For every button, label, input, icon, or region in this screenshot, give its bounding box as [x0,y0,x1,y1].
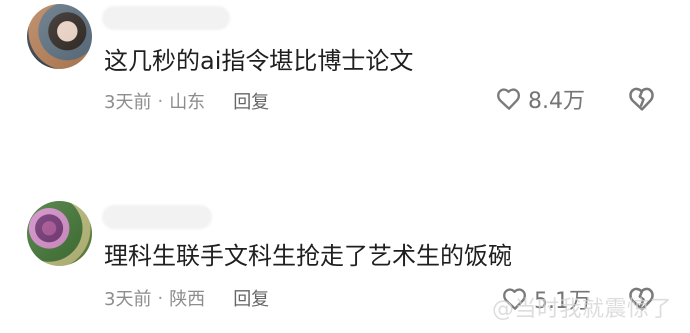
comment-time: 3天前 [104,289,152,310]
comment-meta: 3天前 · 陕西 回复 [104,285,269,311]
comment-location: 陕西 [169,289,206,310]
meta-separator: · [157,287,164,309]
like-count: 8.4万 [528,89,585,114]
comment-meta: 3天前 · 山东 回复 [104,88,269,114]
comment-location: 山东 [169,92,206,113]
comment-text: 这几秒的ai指令堪比博士论文 [104,47,414,75]
comment-text: 理科生联手文科生抢走了艺术生的饭碗 [104,242,512,270]
meta-separator: · [157,90,164,112]
heart-icon[interactable] [495,85,523,113]
like-button[interactable]: 8.4万 [495,83,585,115]
username-placeholder [102,205,212,229]
watermark: @当时我就震惊了 [491,297,672,322]
reply-button[interactable]: 回复 [233,285,269,311]
avatar[interactable] [27,4,92,69]
comment-time: 3天前 [104,92,152,113]
broken-heart-icon[interactable] [627,84,657,114]
username-placeholder [102,6,230,30]
reply-button[interactable]: 回复 [233,88,269,114]
avatar[interactable] [27,201,92,266]
